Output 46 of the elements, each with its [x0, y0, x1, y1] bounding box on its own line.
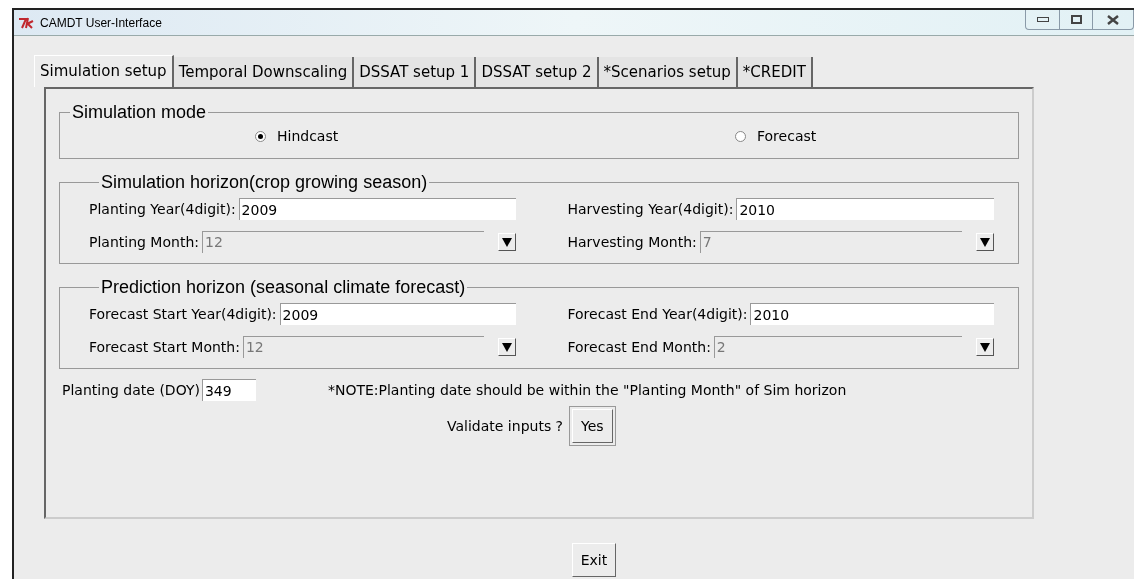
note-text: *NOTE:Planting date should be within the "Planting Month" of Sim horizon	[327, 380, 847, 400]
dropdown-button[interactable]	[497, 338, 516, 356]
radio-label: Forecast	[757, 127, 817, 146]
radio-button[interactable]	[255, 131, 266, 142]
input-field[interactable]: 2010	[750, 303, 994, 325]
tab[interactable]: DSSAT setup 1	[354, 57, 477, 87]
input-field[interactable]: 2009	[238, 198, 516, 220]
radio-button[interactable]	[735, 131, 746, 142]
tab[interactable]: *Scenarios setup	[598, 57, 738, 87]
field-label: Planting date (DOY)	[62, 380, 200, 400]
caret-icon	[501, 342, 512, 352]
group-title: Simulation mode	[71, 101, 208, 124]
close-icon[interactable]	[1107, 14, 1119, 25]
caret-icon	[980, 342, 990, 352]
group-title: Simulation horizon(crop growing season)	[100, 171, 429, 194]
tab[interactable]: Temporal Downscaling	[173, 57, 355, 87]
window-title: CAMDT User-Interface	[40, 14, 162, 32]
app-icon	[18, 16, 36, 29]
dropdown-button[interactable]	[976, 233, 994, 251]
group-title: Prediction horizon (seasonal climate forecast)	[100, 276, 467, 299]
yes-button[interactable]: Yes	[572, 409, 613, 443]
dropdown-button[interactable]	[497, 233, 516, 251]
dropdown-button[interactable]	[976, 338, 994, 356]
tab[interactable]: Simulation setup	[34, 55, 174, 87]
tab[interactable]: *CREDIT	[737, 57, 813, 87]
caret-icon	[501, 237, 512, 247]
field-label: Harvesting Month:	[567, 232, 697, 252]
field-label: Forecast End Year(4digit):	[567, 304, 748, 324]
field-label: Validate inputs ?	[447, 416, 564, 436]
field-label: Forecast Start Year(4digit):	[89, 304, 277, 324]
caret-icon	[980, 237, 990, 247]
dropdown-field[interactable]: 2	[713, 336, 962, 358]
input-field[interactable]: 2010	[736, 198, 994, 220]
field-label: Planting Month:	[89, 232, 199, 252]
input-field[interactable]: 349	[201, 379, 256, 401]
dropdown-field[interactable]: 12	[202, 231, 484, 253]
radio-label: Hindcast	[277, 127, 339, 146]
tab[interactable]: DSSAT setup 2	[476, 57, 599, 87]
field-label: Forecast Start Month:	[89, 337, 240, 357]
dropdown-field[interactable]: 7	[699, 231, 962, 253]
field-label: Planting Year(4digit):	[89, 199, 236, 219]
field-label: Forecast End Month:	[567, 337, 711, 357]
dropdown-field[interactable]: 12	[242, 336, 484, 358]
input-field[interactable]: 2009	[279, 303, 516, 325]
field-label: Harvesting Year(4digit):	[567, 199, 734, 219]
exit-button[interactable]: Exit	[571, 543, 617, 577]
